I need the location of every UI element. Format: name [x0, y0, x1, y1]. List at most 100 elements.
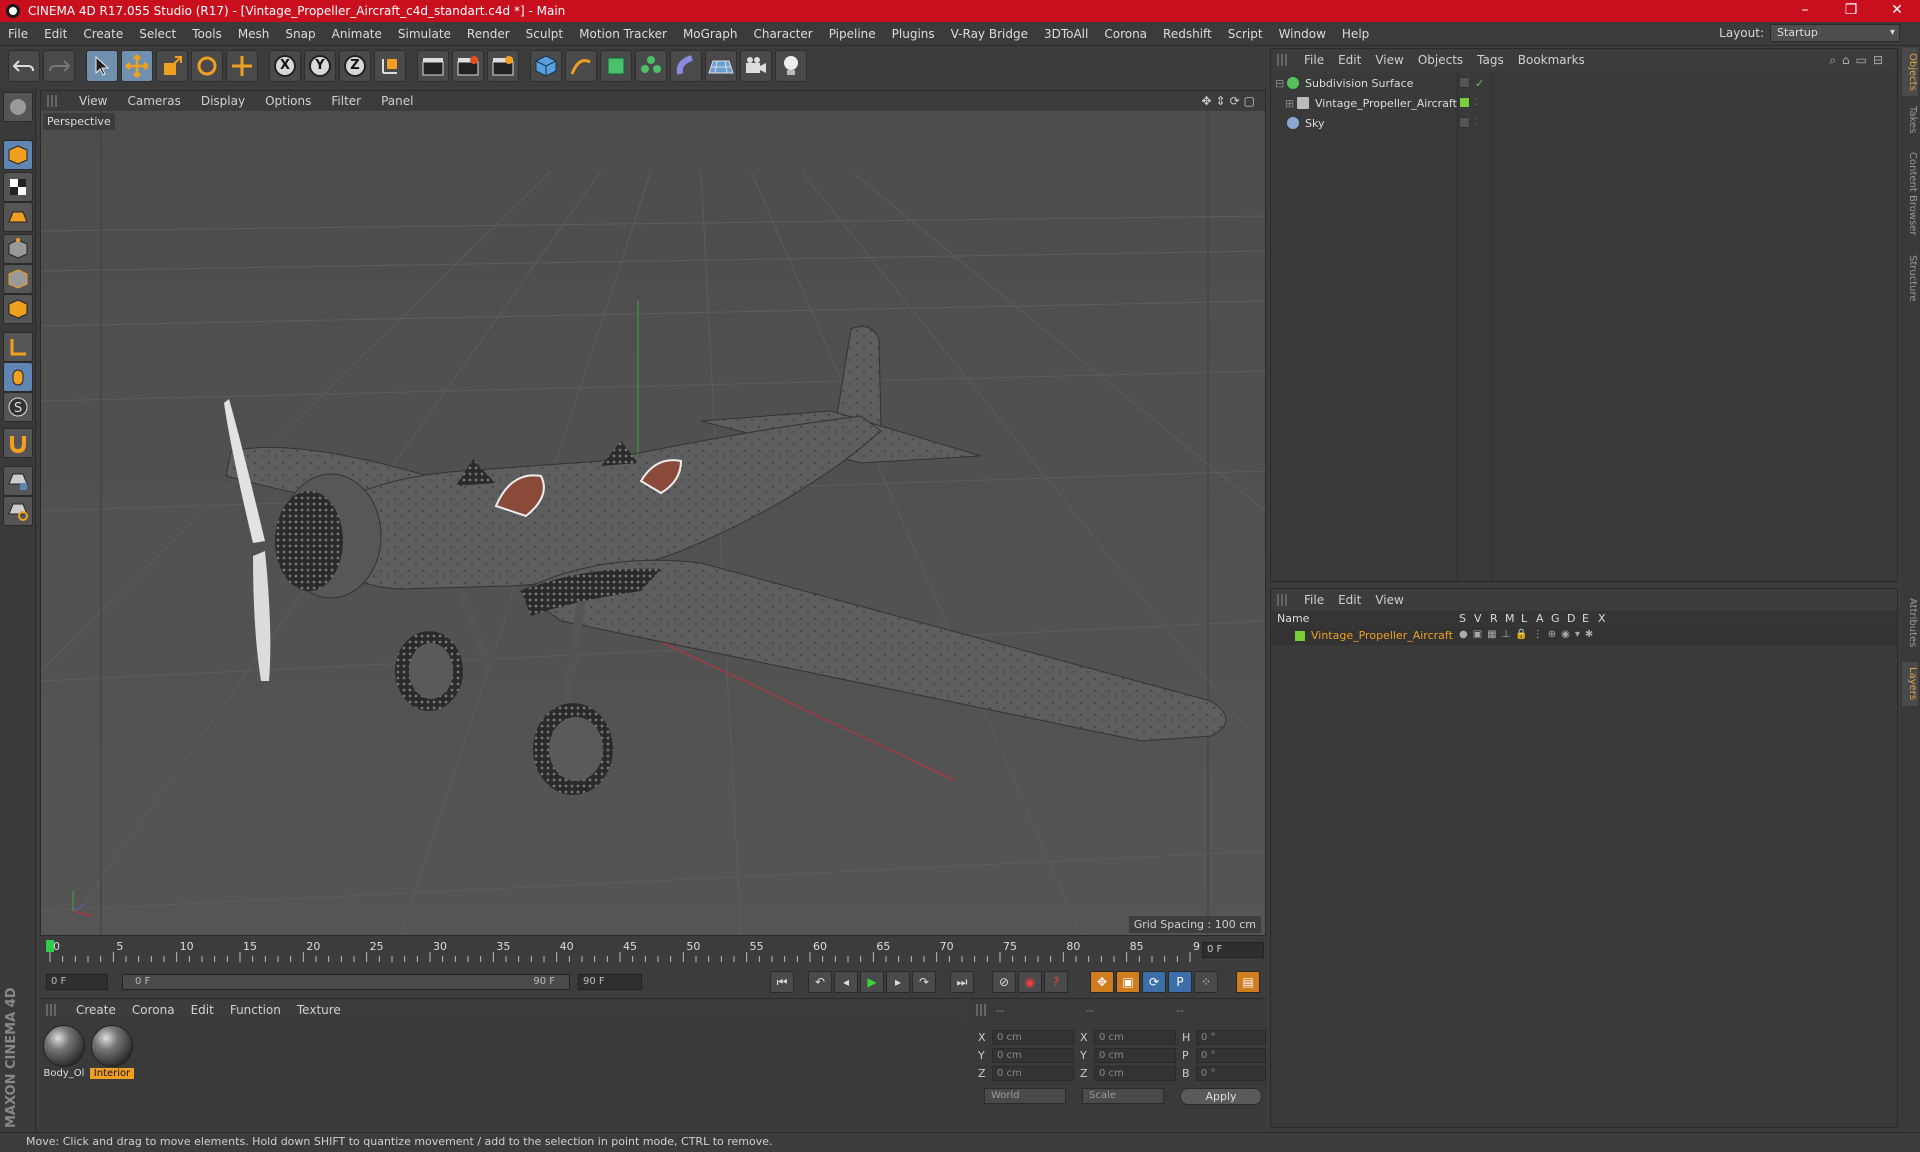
layer-row[interactable]: Vintage_Propeller_Aircraft ●▣▦⊥🔒⋮⊕◉▾✱: [1271, 627, 1897, 645]
layer-color-box[interactable]: [1459, 97, 1470, 108]
key-pla-button[interactable]: ⁘: [1194, 971, 1218, 993]
maximize-button[interactable]: ❐: [1828, 0, 1874, 22]
visibility-dots-icon[interactable]: ⁚: [1475, 118, 1478, 128]
close-button[interactable]: ✕: [1874, 0, 1920, 22]
timeline-ticks[interactable]: 0 5 10 15 20 25 30 35 40 45 50 55 60 65 70 75 80 85 90: [40, 938, 1200, 966]
panel-grip-icon[interactable]: [976, 1004, 986, 1016]
column-manager[interactable]: M: [1505, 612, 1515, 625]
column-expressions[interactable]: E: [1582, 612, 1589, 625]
workplane-lock-button[interactable]: [3, 466, 33, 496]
viewport-menu-cameras[interactable]: Cameras: [117, 94, 190, 108]
workplane-rotate-button[interactable]: [3, 496, 33, 526]
menu-window[interactable]: Window: [1271, 27, 1334, 41]
enabled-check-icon[interactable]: ✓: [1475, 77, 1484, 90]
rotation-h-field[interactable]: 0 °: [1196, 1029, 1266, 1045]
tab-objects[interactable]: Objects: [1902, 48, 1918, 96]
viewport-menu-options[interactable]: Options: [255, 94, 321, 108]
viewport-perspective[interactable]: View Cameras Display Options Filter Pane…: [40, 90, 1266, 936]
add-light-button[interactable]: [775, 50, 807, 82]
snap-button[interactable]: [3, 428, 33, 458]
layer-tag-box[interactable]: [1459, 117, 1470, 128]
menu-pipeline[interactable]: Pipeline: [821, 27, 884, 41]
column-solo[interactable]: S: [1459, 612, 1466, 625]
points-mode-button[interactable]: [3, 234, 33, 264]
coordinate-mode-dropdown[interactable]: World: [984, 1088, 1066, 1104]
material-menu-texture[interactable]: Texture: [289, 1003, 349, 1017]
tab-content-browser[interactable]: Content Browser: [1902, 144, 1918, 244]
objmgr-menu-objects[interactable]: Objects: [1411, 53, 1470, 67]
menu-script[interactable]: Script: [1220, 27, 1271, 41]
column-visible[interactable]: V: [1474, 612, 1482, 625]
size-y-field[interactable]: 0 cm: [1094, 1047, 1176, 1063]
goto-end-button[interactable]: ⏭: [950, 971, 974, 993]
goto-next-keyframe-button[interactable]: ↷: [912, 971, 936, 993]
menu-corona[interactable]: Corona: [1096, 27, 1155, 41]
tab-takes[interactable]: Takes: [1902, 100, 1918, 140]
autokey-button[interactable]: ◉: [1018, 971, 1042, 993]
menu-simulate[interactable]: Simulate: [390, 27, 459, 41]
objmgr-search-home-icons[interactable]: ⌕⌂▭⊟: [1829, 53, 1889, 68]
size-x-field[interactable]: 0 cm: [1094, 1029, 1176, 1045]
edges-mode-button[interactable]: [3, 264, 33, 294]
material-body[interactable]: Body_Ol: [42, 1025, 86, 1081]
rotate-tool-button[interactable]: [191, 50, 223, 82]
viewport-menu-panel[interactable]: Panel: [371, 94, 423, 108]
key-position-button[interactable]: ✥: [1090, 971, 1114, 993]
menu-vray-bridge[interactable]: V-Ray Bridge: [943, 27, 1036, 41]
objmgr-menu-view[interactable]: View: [1368, 53, 1410, 67]
panel-grip-icon[interactable]: [47, 95, 57, 107]
layer-color-swatch[interactable]: [1295, 631, 1305, 641]
step-back-button[interactable]: ◂: [834, 971, 858, 993]
menu-animate[interactable]: Animate: [324, 27, 390, 41]
tab-attributes[interactable]: Attributes: [1902, 588, 1918, 658]
tree-expand-icon[interactable]: ⊞: [1285, 97, 1297, 110]
coordinate-system-button[interactable]: [374, 50, 406, 82]
key-rotation-button[interactable]: ⟳: [1142, 971, 1166, 993]
minimize-button[interactable]: –: [1782, 0, 1828, 22]
menu-mograph[interactable]: MoGraph: [675, 27, 746, 41]
step-forward-button[interactable]: ▸: [886, 971, 910, 993]
layout-dropdown[interactable]: Startup: [1770, 24, 1900, 42]
start-frame-field[interactable]: 0 F: [46, 974, 108, 990]
column-locked[interactable]: L: [1521, 612, 1527, 625]
tab-structure[interactable]: Structure: [1902, 248, 1918, 308]
menu-select[interactable]: Select: [131, 27, 184, 41]
play-button[interactable]: ▶: [860, 971, 884, 993]
layer-tag-box[interactable]: [1459, 77, 1470, 88]
apply-button[interactable]: Apply: [1180, 1088, 1262, 1105]
add-spline-button[interactable]: [565, 50, 597, 82]
goto-prev-keyframe-button[interactable]: ↶: [808, 971, 832, 993]
render-settings-button[interactable]: [487, 50, 519, 82]
menu-tools[interactable]: Tools: [184, 27, 230, 41]
column-animation[interactable]: A: [1536, 612, 1544, 625]
keyframe-selection-button[interactable]: ?: [1044, 971, 1068, 993]
texture-mode-button[interactable]: [3, 172, 33, 202]
redo-button[interactable]: [43, 50, 75, 82]
column-render[interactable]: R: [1490, 612, 1498, 625]
viewport-menu-display[interactable]: Display: [191, 94, 255, 108]
menu-snap[interactable]: Snap: [277, 27, 323, 41]
live-move-button[interactable]: [226, 50, 258, 82]
end-frame-field[interactable]: 90 F: [578, 974, 642, 990]
menu-file[interactable]: File: [0, 27, 36, 41]
goto-start-button[interactable]: ⏮: [770, 971, 794, 993]
z-axis-lock-button[interactable]: Z: [339, 50, 371, 82]
menu-mesh[interactable]: Mesh: [230, 27, 278, 41]
layer-menu-file[interactable]: File: [1297, 593, 1331, 607]
layer-menu-view[interactable]: View: [1368, 593, 1410, 607]
timeline-ruler[interactable]: 0 5 10 15 20 25 30 35 40 45 50 55 60 65 70 75 80 85 90 0 F: [40, 938, 1266, 966]
panel-grip-icon[interactable]: [46, 1004, 56, 1016]
position-z-field[interactable]: 0 cm: [992, 1065, 1074, 1081]
objmgr-menu-tags[interactable]: Tags: [1470, 53, 1511, 67]
menu-redshift[interactable]: Redshift: [1155, 27, 1220, 41]
scale-tool-button[interactable]: [156, 50, 188, 82]
add-mograph-button[interactable]: [635, 50, 667, 82]
key-parameter-button[interactable]: P: [1168, 971, 1192, 993]
layer-name[interactable]: Vintage_Propeller_Aircraft: [1311, 629, 1453, 642]
axis-mode-button[interactable]: [3, 332, 33, 362]
tweak-mode-button[interactable]: [3, 362, 33, 392]
record-keys-button[interactable]: ⊘: [992, 971, 1016, 993]
column-generators[interactable]: G: [1551, 612, 1560, 625]
add-deformer-button[interactable]: [670, 50, 702, 82]
viewport-menu-view[interactable]: View: [69, 94, 117, 108]
